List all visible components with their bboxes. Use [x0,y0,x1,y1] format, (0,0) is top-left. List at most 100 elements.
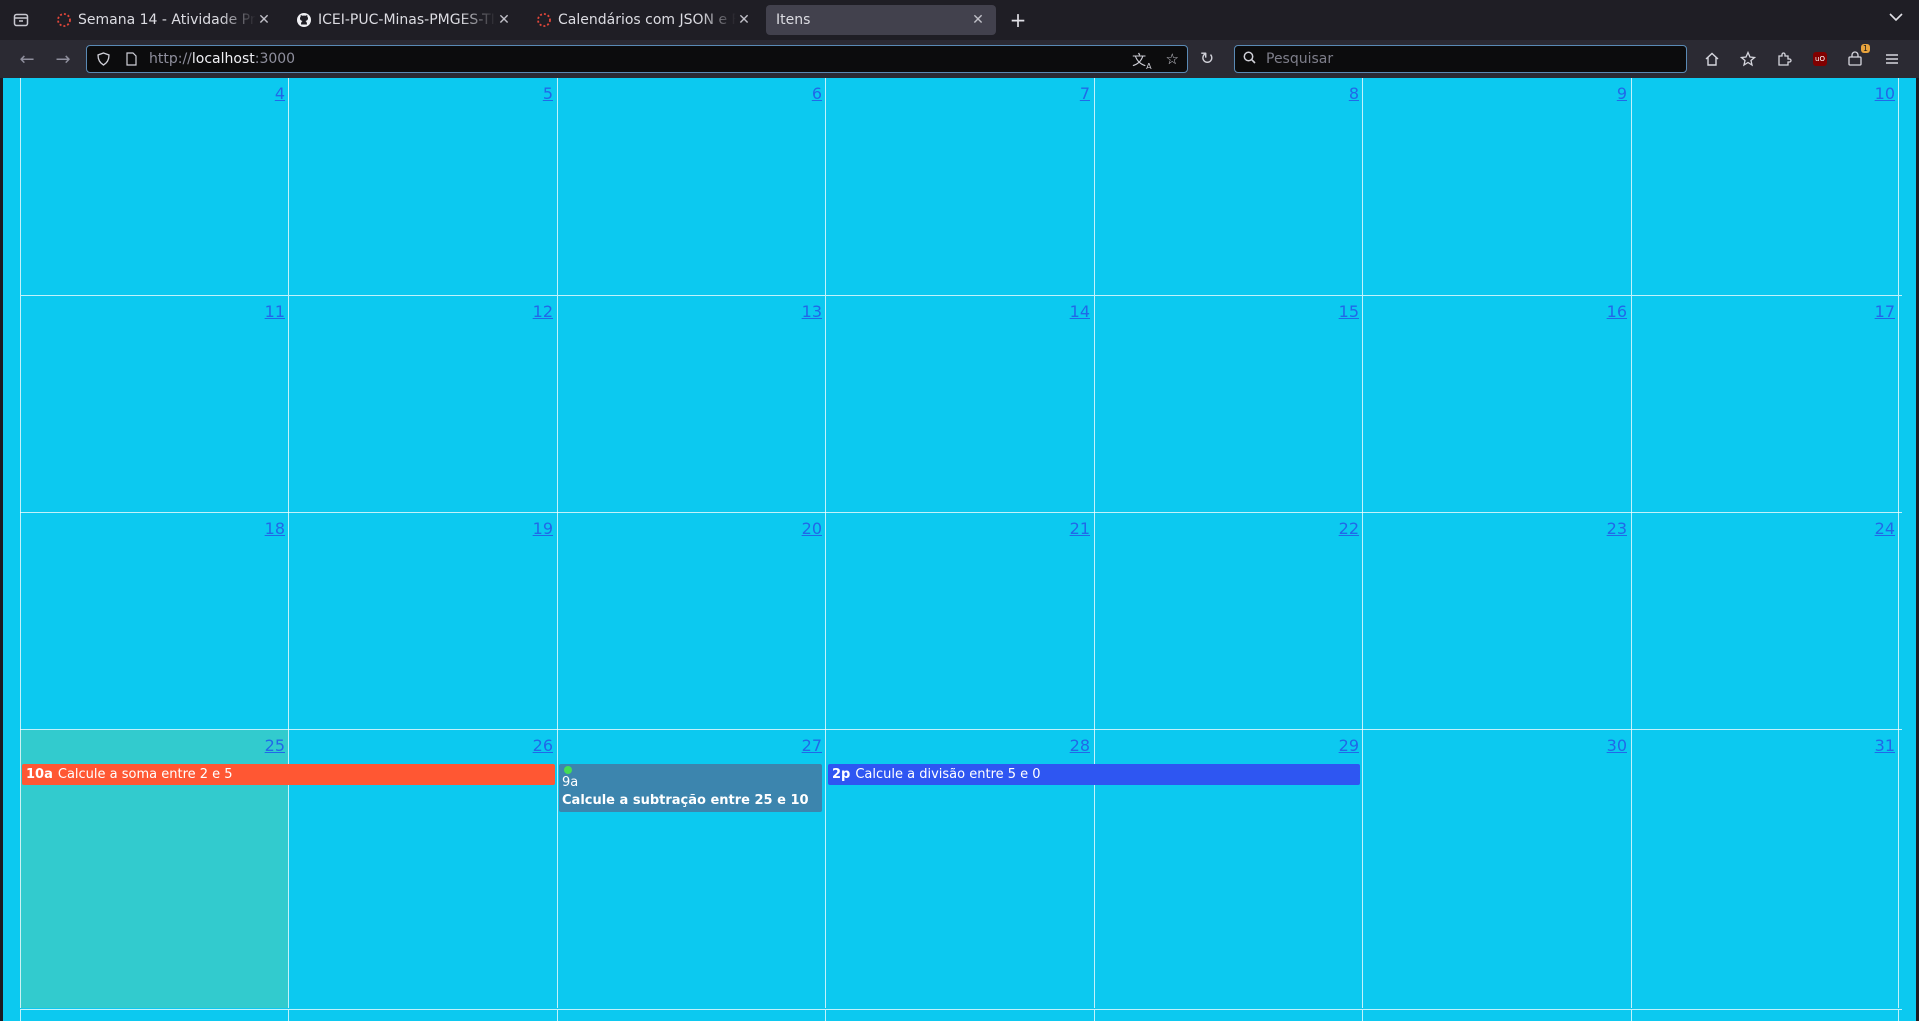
bookmark-star-icon[interactable]: ☆ [1166,50,1179,71]
day-number-link[interactable]: 25 [265,736,285,755]
day-number-link[interactable]: 29 [1339,736,1359,755]
day-number-link[interactable]: 26 [533,736,553,755]
day-cell[interactable] [288,1010,556,1021]
day-cell[interactable]: 7 [825,78,1093,295]
day-number-link[interactable]: 12 [533,302,553,321]
day-number-link[interactable]: 18 [265,519,285,538]
close-tab-icon[interactable]: ✕ [256,12,272,28]
firefox-view-icon[interactable] [10,9,32,31]
day-cell[interactable] [20,1010,288,1021]
pocket-star-icon[interactable] [1736,44,1760,74]
day-cell[interactable] [1362,1010,1630,1021]
day-number-link[interactable]: 31 [1875,736,1895,755]
day-number-link[interactable]: 22 [1339,519,1359,538]
day-number-link[interactable]: 9 [1617,84,1627,103]
day-cell[interactable]: 14 [825,296,1093,513]
day-cell[interactable]: 15 [1094,296,1362,513]
day-number-link[interactable]: 6 [812,84,822,103]
day-cell[interactable]: 6 [557,78,825,295]
day-number-link[interactable]: 11 [265,302,285,321]
loading-ring-icon [536,12,552,28]
day-cell[interactable]: 24 [1631,513,1899,730]
list-all-tabs-icon[interactable] [1889,10,1903,26]
day-number-link[interactable]: 27 [802,736,822,755]
calendar-event-soma[interactable]: 10a Calcule a soma entre 2 e 5 [22,764,555,785]
day-cell[interactable]: 13 [557,296,825,513]
day-number-link[interactable]: 4 [275,84,285,103]
day-number-link[interactable]: 14 [1070,302,1090,321]
tab-itens[interactable]: Itens ✕ [766,5,996,35]
day-cell[interactable]: 18 [20,513,288,730]
event-status-dot [564,766,572,774]
day-cell[interactable]: 17 [1631,296,1899,513]
day-cell[interactable]: 20 [557,513,825,730]
day-cell[interactable]: 4 [20,78,288,295]
hamburger-menu-icon[interactable] [1880,44,1904,74]
tab-calendarios[interactable]: Calendários com JSON e FullCalendar ✕ [526,5,762,35]
day-number-link[interactable]: 30 [1607,736,1627,755]
day-cell[interactable] [1631,1010,1899,1021]
day-cell[interactable]: 8 [1094,78,1362,295]
day-cell[interactable]: 30 [1362,730,1630,1008]
day-cell[interactable] [557,1010,825,1021]
day-number-link[interactable]: 19 [533,519,553,538]
extension-badge-icon[interactable]: 1 [1844,44,1870,74]
day-number-link[interactable]: 8 [1349,84,1359,103]
search-bar[interactable] [1234,45,1687,73]
day-cell[interactable]: 5 [288,78,556,295]
day-cell[interactable]: 23 [1362,513,1630,730]
day-number-link[interactable]: 13 [802,302,822,321]
tab-semana14[interactable]: Semana 14 - Atividade Prática ✕ [46,5,282,35]
search-input[interactable] [1264,50,1668,68]
day-cell[interactable]: 9 [1362,78,1630,295]
day-cell[interactable]: 12 [288,296,556,513]
calendar-week: 18 19 20 21 22 23 24 [20,512,1902,730]
event-time: 10a [26,767,53,782]
day-cell[interactable]: 31 [1631,730,1899,1008]
calendar-event-divisao[interactable]: 2p Calcule a divisão entre 5 e 0 [828,764,1360,785]
day-number-link[interactable]: 28 [1070,736,1090,755]
ublock-origin-icon[interactable]: uO [1808,44,1832,74]
day-number-link[interactable]: 7 [1080,84,1090,103]
calendar-event-subtracao[interactable]: 9a Calcule a subtração entre 25 e 10 [559,764,822,812]
url-bar[interactable]: http://localhost:3000 文A ☆ [86,45,1188,73]
github-icon [296,12,312,28]
day-number-link[interactable]: 24 [1875,519,1895,538]
day-number-link[interactable]: 16 [1607,302,1627,321]
day-number-link[interactable]: 10 [1875,84,1895,103]
day-cell[interactable] [1094,1010,1362,1021]
close-tab-icon[interactable]: ✕ [496,12,512,28]
tab-bar: Semana 14 - Atividade Prática ✕ ICEI-PUC… [0,0,1919,40]
tab-title: Itens [776,12,811,28]
page-icon[interactable] [123,51,139,67]
day-number-link[interactable]: 5 [543,84,553,103]
day-cell[interactable]: 11 [20,296,288,513]
day-number-link[interactable]: 23 [1607,519,1627,538]
new-tab-icon[interactable]: + [1004,6,1032,34]
back-arrow-icon[interactable]: ← [12,44,42,74]
event-time: 9a [562,775,579,790]
extensions-puzzle-icon[interactable] [1772,44,1796,74]
reload-icon[interactable]: ↻ [1200,49,1214,69]
tab-github[interactable]: ICEI-PUC-Minas-PMGES-TI/diw ✕ [286,5,522,35]
day-number-link[interactable]: 21 [1070,519,1090,538]
day-cell[interactable]: 10 [1631,78,1899,295]
forward-arrow-icon[interactable]: → [48,44,78,74]
url-text[interactable]: http://localhost:3000 [149,51,295,67]
shield-icon[interactable] [95,51,111,67]
day-cell[interactable]: 19 [288,513,556,730]
translate-icon[interactable]: 文A [1132,50,1151,71]
day-cell[interactable]: 16 [1362,296,1630,513]
event-time: 2p [832,767,851,782]
day-number-link[interactable]: 15 [1339,302,1359,321]
tab-title: ICEI-PUC-Minas-PMGES-TI/diw [318,12,496,28]
day-number-link[interactable]: 20 [802,519,822,538]
close-tab-icon[interactable]: ✕ [970,12,986,28]
day-number-link[interactable]: 17 [1875,302,1895,321]
home-icon[interactable] [1700,44,1724,74]
day-cell[interactable] [825,1010,1093,1021]
day-cell[interactable]: 22 [1094,513,1362,730]
calendar-week: 11 12 13 14 15 16 17 [20,295,1902,513]
day-cell[interactable]: 21 [825,513,1093,730]
close-tab-icon[interactable]: ✕ [736,12,752,28]
